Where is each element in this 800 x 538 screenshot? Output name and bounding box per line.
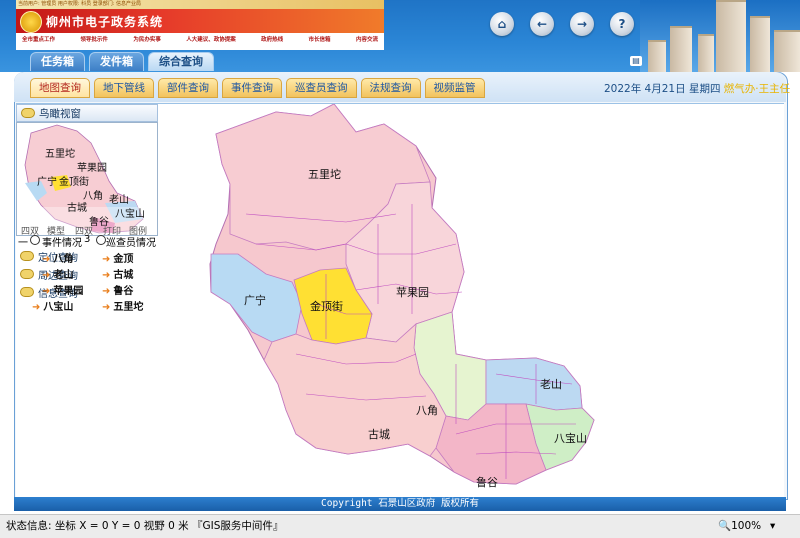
map-label-guangning: 广宁 — [244, 293, 266, 307]
overview-label: 古城 — [67, 203, 87, 214]
zoom-value: 100% — [731, 520, 762, 532]
map-label-bajiao: 八角 — [416, 404, 438, 417]
cloud-icon — [20, 269, 34, 279]
tab-inbox[interactable]: 任务箱 — [30, 52, 85, 71]
sidebar: 鸟瞰视窗 五里坨 苹果园 广宁 金顶街 八角 老山 古城 八宝山 鲁谷 四双 模… — [16, 104, 158, 334]
scale-label: 3 — [84, 234, 91, 245]
subtab-events[interactable]: 事件查询 — [222, 78, 282, 98]
nav-link[interactable]: ➜ 苹果园 — [42, 282, 83, 297]
map-label-wulituo: 五里坨 — [308, 167, 341, 181]
status-text: 状态信息: 坐标 X = 0 Y = 0 视野 0 米 『GIS服务中间件』 — [6, 520, 284, 532]
main-tabs: 任务箱 发件箱 综合查询 — [30, 52, 214, 71]
subtab-map-query[interactable]: 地图查询 — [30, 78, 90, 98]
subtab-regulations[interactable]: 法规查询 — [360, 78, 421, 98]
banner-nav-item[interactable]: 领导批示件 — [80, 35, 108, 43]
sub-tabs: 地图查询 地下管线 部件查询 事件查询 巡查员查询 法规查询 视频监管 — [30, 78, 485, 98]
banner: 当前用户: 管理员 用户权限: 科员 登录部门: 信息产业局 柳州市电子政务系统… — [16, 0, 384, 50]
overview-label: 苹果园 — [77, 163, 107, 174]
overview-label: 广宁 — [37, 177, 57, 188]
cloud-icon — [20, 287, 34, 297]
options-row: 一 事件情况 3 巡查员情况 — [16, 234, 158, 249]
nav-link[interactable]: ➜ 古城 — [102, 266, 133, 281]
cloud-icon — [20, 251, 34, 261]
scale-label: 一 — [18, 238, 28, 249]
message-icon[interactable]: ▤ — [630, 56, 642, 66]
app-title: 柳州市电子政务系统 — [46, 15, 164, 29]
subtab-video[interactable]: 视频监管 — [424, 78, 485, 98]
copyright-footer: Copyright 石景山区政府 版权所有 — [14, 497, 786, 511]
nav-link[interactable]: ➜ 老山 — [42, 266, 73, 281]
forward-icon[interactable]: → — [570, 12, 594, 36]
banner-nav-item[interactable]: 全市重点工作 — [22, 35, 55, 43]
banner-nav-item[interactable]: 为民办实事 — [133, 35, 161, 43]
help-icon[interactable]: ? — [610, 12, 634, 36]
nav-link[interactable]: ➜ 五里坨 — [102, 298, 143, 313]
banner-nav: 全市重点工作 领导批示件 为民办实事 人大建议、政协提案 政府热线 市长信箱 内… — [16, 33, 384, 45]
tab-query[interactable]: 综合查询 — [148, 52, 214, 71]
overview-label: 老山 — [109, 195, 129, 206]
tab-outbox[interactable]: 发件箱 — [89, 52, 144, 71]
nav-link[interactable]: ➜ 八角 — [42, 250, 73, 265]
subtab-parts[interactable]: 部件查询 — [158, 78, 218, 98]
cloud-icon — [21, 108, 35, 118]
home-icon[interactable]: ⌂ — [490, 12, 514, 36]
zoom-level[interactable]: 🔍100% — [718, 516, 761, 536]
nav-link[interactable]: ➜ 鲁谷 — [102, 282, 133, 297]
map-label-lugu: 鲁谷 — [476, 475, 498, 489]
emblem-icon — [20, 11, 42, 33]
date-text: 2022年 4月21日 星期四 — [604, 83, 721, 95]
map-label-jindingjie: 金顶街 — [310, 299, 343, 313]
region-laoshan — [485, 357, 583, 411]
inspector-radio[interactable] — [96, 235, 106, 245]
date-info: 2022年 4月21日 星期四 燃气办·王主任 — [604, 81, 790, 96]
city-skyline-image — [640, 0, 800, 72]
overview-label: 五里坨 — [45, 149, 75, 160]
back-icon[interactable]: ← — [530, 12, 554, 36]
map-label-laoshan: 老山 — [540, 378, 562, 391]
status-bar: 状态信息: 坐标 X = 0 Y = 0 视野 0 米 『GIS服务中间件』 🔍… — [0, 514, 800, 538]
overview-label: 八宝山 — [115, 209, 145, 220]
nav-link[interactable]: ➜ 金顶 — [102, 250, 133, 265]
nav-link[interactable]: ➜ 八宝山 — [32, 298, 73, 313]
map-label-babaoshan: 八宝山 — [554, 431, 587, 445]
event-radio[interactable] — [30, 235, 40, 245]
map-label-gucheng: 古城 — [368, 428, 390, 441]
event-option-label[interactable]: 事件情况 — [42, 234, 82, 249]
subtab-inspectors[interactable]: 巡查员查询 — [286, 78, 357, 98]
overview-label: 金顶街 — [59, 177, 89, 188]
inspector-option-label[interactable]: 巡查员情况 — [106, 234, 156, 249]
zoom-dropdown-icon[interactable]: ▾ — [770, 516, 775, 536]
overview-title: 鸟瞰视窗 — [39, 107, 81, 120]
banner-nav-item[interactable]: 市长信箱 — [309, 35, 331, 43]
subtab-pipeline[interactable]: 地下管线 — [94, 78, 154, 98]
banner-nav-item[interactable]: 政府热线 — [261, 35, 283, 43]
banner-title-bar: 柳州市电子政务系统 — [16, 9, 384, 33]
banner-nav-item[interactable]: 内容交流 — [356, 35, 378, 43]
map-label-pingguoyuan: 苹果园 — [396, 285, 429, 299]
overview-map[interactable]: 五里坨 苹果园 广宁 金顶街 八角 老山 古城 八宝山 鲁谷 四双 模型 四双 … — [16, 122, 158, 237]
overview-header[interactable]: 鸟瞰视窗 — [16, 104, 158, 122]
banner-nav-item[interactable]: 人大建议、政协提案 — [186, 35, 236, 43]
banner-top-text: 当前用户: 管理员 用户权限: 科员 登录部门: 信息产业局 — [16, 0, 384, 9]
user-text: 燃气办·王主任 — [723, 83, 791, 95]
